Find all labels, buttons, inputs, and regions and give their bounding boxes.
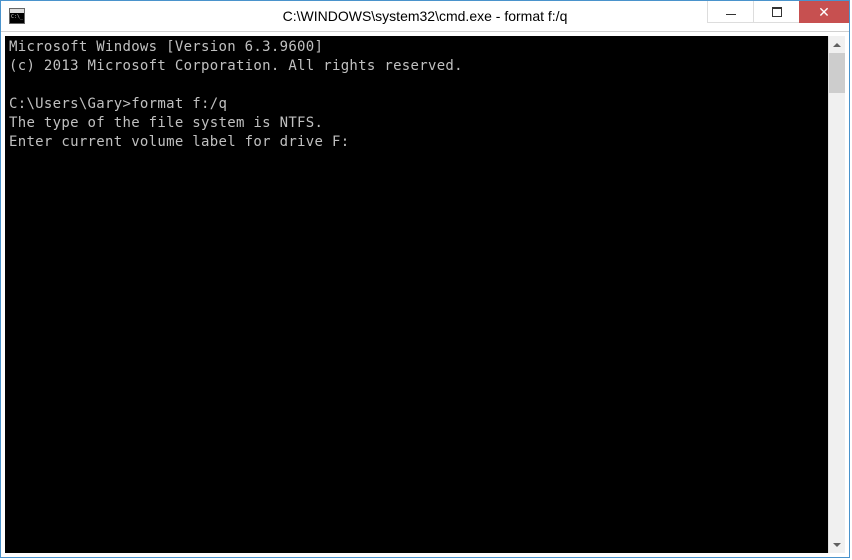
minimize-button[interactable]	[707, 1, 753, 23]
cmd-window: C:\WINDOWS\system32\cmd.exe - format f:/…	[0, 0, 850, 558]
terminal-command: format f:/q	[131, 96, 227, 112]
minimize-icon	[726, 14, 736, 15]
scroll-up-button[interactable]	[829, 36, 845, 53]
terminal-line: The type of the file system is NTFS.	[9, 115, 323, 131]
terminal-output[interactable]: Microsoft Windows [Version 6.3.9600] (c)…	[5, 36, 828, 553]
cmd-icon[interactable]	[9, 8, 25, 24]
window-title: C:\WINDOWS\system32\cmd.exe - format f:/…	[283, 8, 568, 24]
chevron-up-icon	[833, 43, 841, 47]
scroll-track[interactable]	[829, 53, 845, 536]
maximize-button[interactable]	[753, 1, 799, 23]
maximize-icon	[772, 7, 782, 17]
scroll-thumb[interactable]	[829, 53, 845, 93]
chevron-down-icon	[833, 543, 841, 547]
close-button[interactable]: ✕	[799, 1, 849, 23]
terminal-prompt: C:\Users\Gary>	[9, 96, 131, 112]
scroll-down-button[interactable]	[829, 536, 845, 553]
close-icon: ✕	[818, 5, 830, 19]
window-controls: ✕	[707, 1, 849, 23]
terminal-line: (c) 2013 Microsoft Corporation. All righ…	[9, 58, 463, 74]
terminal-line: Microsoft Windows [Version 6.3.9600]	[9, 39, 323, 55]
terminal-line: Enter current volume label for drive F:	[9, 134, 349, 150]
vertical-scrollbar[interactable]	[828, 36, 845, 553]
titlebar[interactable]: C:\WINDOWS\system32\cmd.exe - format f:/…	[1, 1, 849, 32]
client-area: Microsoft Windows [Version 6.3.9600] (c)…	[1, 32, 849, 557]
